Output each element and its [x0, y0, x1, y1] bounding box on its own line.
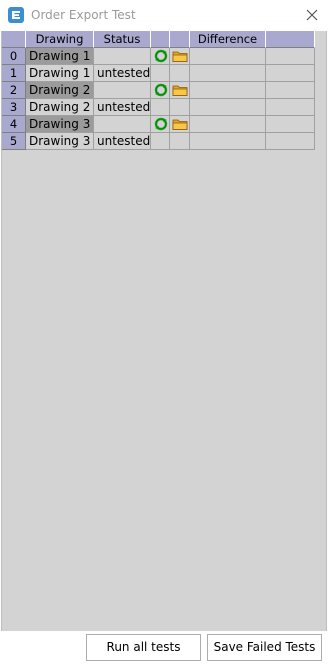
- status-cell[interactable]: untested: [94, 65, 151, 82]
- refresh-cell[interactable]: [151, 82, 170, 99]
- column-header-difference[interactable]: Difference: [190, 31, 266, 48]
- column-header-drawing[interactable]: Drawing: [26, 31, 94, 48]
- refresh-icon[interactable]: [154, 49, 168, 63]
- open-folder-icon[interactable]: [172, 117, 188, 131]
- status-cell[interactable]: untested: [94, 133, 151, 150]
- extra-cell[interactable]: [266, 133, 315, 150]
- difference-cell[interactable]: [190, 48, 266, 65]
- difference-cell[interactable]: [190, 133, 266, 150]
- drawing-cell[interactable]: Drawing 1: [26, 65, 94, 82]
- drawing-cell[interactable]: Drawing 2: [26, 99, 94, 116]
- status-cell[interactable]: [94, 82, 151, 99]
- folder-cell[interactable]: [170, 99, 190, 116]
- row-number[interactable]: 5: [2, 133, 26, 150]
- column-header-folder[interactable]: [170, 31, 190, 48]
- column-header-extra[interactable]: [266, 31, 315, 48]
- extra-cell[interactable]: [266, 65, 315, 82]
- app-logo-icon: [8, 7, 24, 23]
- status-cell[interactable]: [94, 116, 151, 133]
- run-all-tests-button[interactable]: Run all tests: [86, 634, 201, 661]
- drawing-cell[interactable]: Drawing 2: [26, 82, 94, 99]
- column-header-status[interactable]: Status: [94, 31, 151, 48]
- status-cell[interactable]: untested: [94, 99, 151, 116]
- extra-cell[interactable]: [266, 99, 315, 116]
- refresh-cell[interactable]: [151, 116, 170, 133]
- title-bar: Order Export Test: [0, 0, 328, 31]
- extra-cell[interactable]: [266, 82, 315, 99]
- folder-cell[interactable]: [170, 133, 190, 150]
- test-grid-area: Drawing Status Difference 0 Drawing 1 1 Dra…: [1, 31, 327, 631]
- drawing-cell[interactable]: Drawing 3: [26, 116, 94, 133]
- refresh-icon[interactable]: [154, 117, 168, 131]
- window-title: Order Export Test: [31, 8, 136, 22]
- difference-cell[interactable]: [190, 82, 266, 99]
- drawing-cell[interactable]: Drawing 3: [26, 133, 94, 150]
- row-number[interactable]: 1: [2, 65, 26, 82]
- status-cell[interactable]: [94, 48, 151, 65]
- row-number[interactable]: 4: [2, 116, 26, 133]
- open-folder-icon[interactable]: [172, 49, 188, 63]
- extra-cell[interactable]: [266, 116, 315, 133]
- difference-cell[interactable]: [190, 116, 266, 133]
- save-failed-tests-button[interactable]: Save Failed Tests: [207, 634, 322, 661]
- extra-cell[interactable]: [266, 48, 315, 65]
- row-number[interactable]: 0: [2, 48, 26, 65]
- difference-cell[interactable]: [190, 65, 266, 82]
- row-number[interactable]: 2: [2, 82, 26, 99]
- folder-cell[interactable]: [170, 116, 190, 133]
- row-number[interactable]: 3: [2, 99, 26, 116]
- close-icon[interactable]: [304, 7, 320, 23]
- folder-cell[interactable]: [170, 48, 190, 65]
- refresh-cell[interactable]: [151, 133, 170, 150]
- grid-corner-header: [2, 31, 26, 48]
- folder-cell[interactable]: [170, 82, 190, 99]
- folder-cell[interactable]: [170, 65, 190, 82]
- difference-cell[interactable]: [190, 99, 266, 116]
- refresh-cell[interactable]: [151, 99, 170, 116]
- open-folder-icon[interactable]: [172, 83, 188, 97]
- refresh-icon[interactable]: [154, 83, 168, 97]
- refresh-cell[interactable]: [151, 65, 170, 82]
- drawing-cell[interactable]: Drawing 1: [26, 48, 94, 65]
- column-header-refresh[interactable]: [151, 31, 170, 48]
- refresh-cell[interactable]: [151, 48, 170, 65]
